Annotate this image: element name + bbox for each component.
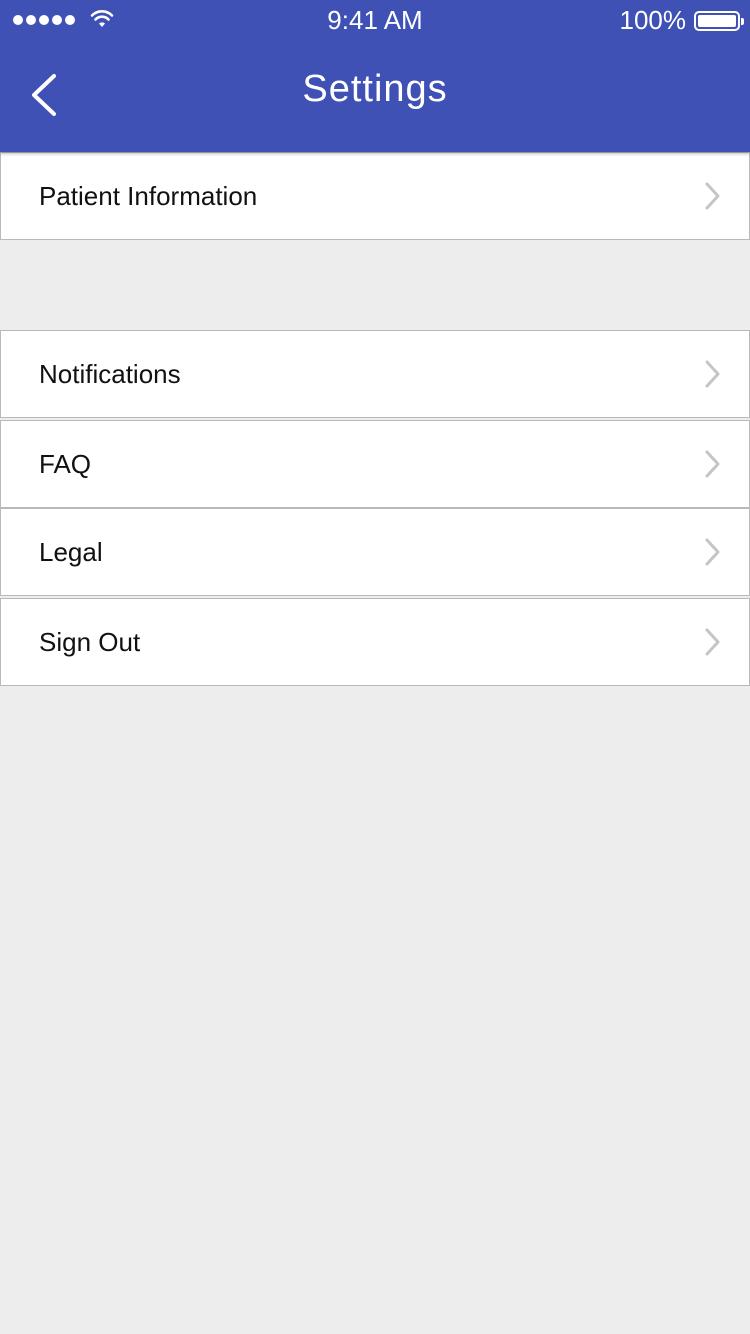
settings-item-label: Patient Information bbox=[39, 181, 258, 211]
settings-item-label: Sign Out bbox=[39, 627, 141, 657]
chevron-right-icon bbox=[705, 182, 720, 210]
settings-item-patient-information[interactable]: Patient Information bbox=[0, 152, 750, 240]
settings-item-notifications[interactable]: Notifications bbox=[0, 330, 750, 418]
settings-item-label: FAQ bbox=[39, 449, 92, 479]
chevron-right-icon bbox=[705, 450, 720, 478]
settings-item-faq[interactable]: FAQ bbox=[0, 420, 750, 508]
page-title: Settings bbox=[302, 68, 448, 110]
chevron-right-icon bbox=[705, 360, 720, 388]
settings-item-label: Legal bbox=[39, 537, 103, 567]
battery-percent: 100% bbox=[619, 5, 687, 35]
settings-item-legal[interactable]: Legal bbox=[0, 508, 750, 596]
settings-item-label: Notifications bbox=[39, 359, 181, 389]
chevron-right-icon bbox=[705, 628, 720, 656]
chevron-right-icon bbox=[705, 538, 720, 566]
status-bar: 9:41 AM 100% bbox=[0, 0, 750, 40]
app-header: 9:41 AM 100% Settings bbox=[0, 0, 750, 152]
battery-full-icon bbox=[694, 11, 744, 31]
settings-item-sign-out[interactable]: Sign Out bbox=[0, 598, 750, 686]
